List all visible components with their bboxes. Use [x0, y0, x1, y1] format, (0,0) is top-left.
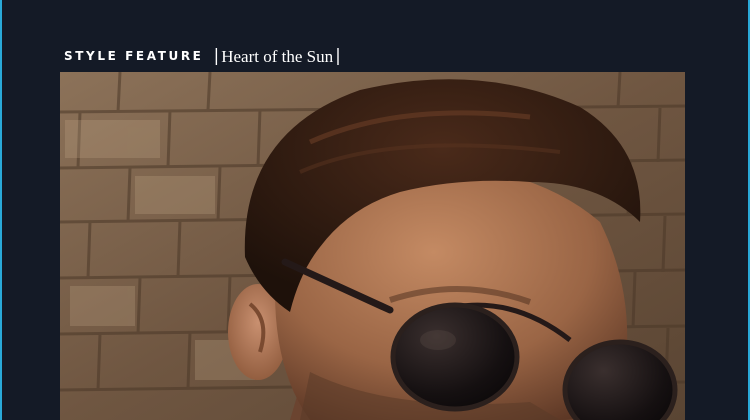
lens-reflection-left	[420, 330, 456, 350]
feature-photo	[60, 72, 685, 420]
magazine-page: STYLE FEATURE | Heart of the Sun |	[0, 0, 750, 420]
page-header: STYLE FEATURE | Heart of the Sun |	[64, 44, 341, 68]
title-divider-right: |	[335, 45, 341, 66]
section-label: STYLE FEATURE	[64, 49, 204, 63]
sunglasses-lens-left	[390, 302, 520, 412]
feature-title: Heart of the Sun	[221, 46, 334, 66]
feature-photo-illustration	[60, 72, 685, 420]
title-divider-left: |	[213, 45, 220, 66]
sunglasses-lens-right	[562, 339, 678, 420]
